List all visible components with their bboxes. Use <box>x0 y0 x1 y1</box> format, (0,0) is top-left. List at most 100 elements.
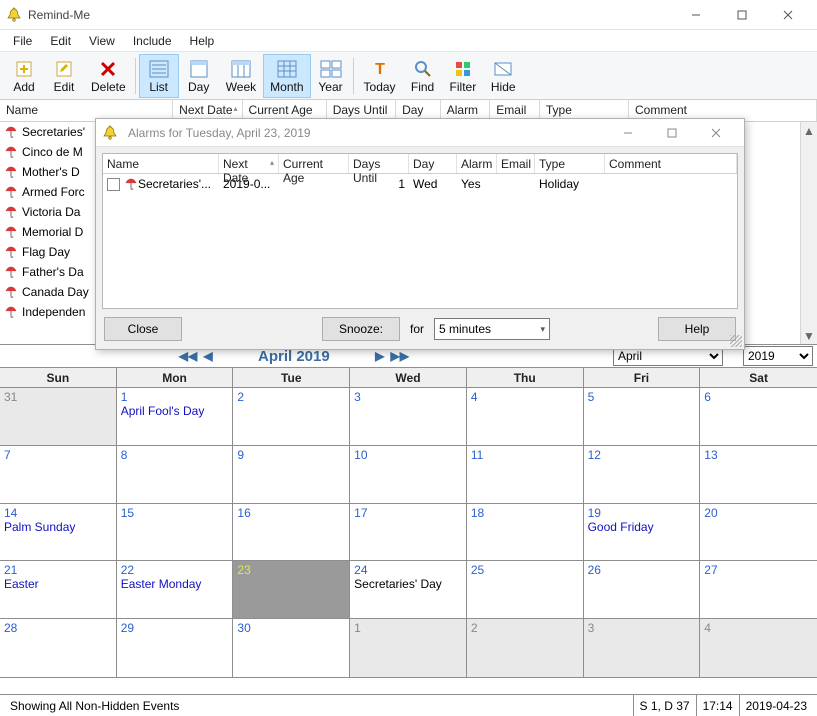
calendar-cell[interactable]: 23 <box>233 561 350 619</box>
calendar-event[interactable]: April Fool's Day <box>121 404 229 418</box>
toolbar-month-button[interactable]: Month <box>263 54 310 98</box>
chevron-down-icon: ▾ <box>540 324 545 335</box>
calendar-cell[interactable]: 1April Fool's Day <box>117 388 234 446</box>
toolbar-filter-button[interactable]: Filter <box>443 54 484 98</box>
calendar-cell[interactable]: 15 <box>117 504 234 562</box>
calendar-cell[interactable]: 9 <box>233 446 350 504</box>
calendar-cell[interactable]: 3 <box>350 388 467 446</box>
window-minimize-button[interactable] <box>673 0 719 30</box>
calendar-cell[interactable]: 21Easter <box>0 561 117 619</box>
scroll-down-icon[interactable]: ▼ <box>801 327 817 344</box>
calendar-event[interactable]: Palm Sunday <box>4 520 112 534</box>
dialog-minimize-button[interactable] <box>606 119 650 147</box>
calendar-cell[interactable]: 4 <box>467 388 584 446</box>
calendar-event[interactable]: Easter <box>4 577 112 591</box>
window-maximize-button[interactable] <box>719 0 765 30</box>
dialog-snooze-duration-select[interactable]: 5 minutes ▾ <box>434 318 550 340</box>
calendar-cell[interactable]: 3 <box>584 619 701 677</box>
day-icon <box>188 58 210 80</box>
toolbar-list-button[interactable]: List <box>139 54 179 98</box>
dialog-col-day[interactable]: Day <box>409 154 457 173</box>
dialog-col-name[interactable]: Name <box>103 154 219 173</box>
calendar-event[interactable]: Secretaries' Day <box>354 577 462 591</box>
dialog-alarms-list[interactable]: Name Next Date▴ Current Age Days Until D… <box>102 153 738 309</box>
calendar-grid[interactable]: 311April Fool's Day234567891011121314Pal… <box>0 388 817 678</box>
dialog-col-nextdate[interactable]: Next Date▴ <box>219 154 279 173</box>
calendar-first-button[interactable]: ◀◀ <box>178 349 198 363</box>
calendar-cell[interactable]: 27 <box>700 561 817 619</box>
vertical-scrollbar[interactable]: ▲ ▼ <box>800 122 817 344</box>
calendar-cell[interactable]: 5 <box>584 388 701 446</box>
calendar-cell[interactable]: 2 <box>467 619 584 677</box>
toolbar-delete-button[interactable]: Delete <box>84 54 133 98</box>
menu-edit[interactable]: Edit <box>41 32 80 50</box>
dialog-col-currentage[interactable]: Current Age <box>279 154 349 173</box>
toolbar-today-button[interactable]: TToday <box>357 54 403 98</box>
status-selection: S 1, D 37 <box>633 695 696 716</box>
toolbar-year-button[interactable]: Year <box>311 54 351 98</box>
calendar-cell[interactable]: 17 <box>350 504 467 562</box>
calendar-cell[interactable]: 28 <box>0 619 117 677</box>
calendar-cell[interactable]: 20 <box>700 504 817 562</box>
dialog-close-button[interactable] <box>694 119 738 147</box>
calendar-cell[interactable]: 25 <box>467 561 584 619</box>
calendar-cell[interactable]: 11 <box>467 446 584 504</box>
calendar-cell[interactable]: 8 <box>117 446 234 504</box>
day-header-fri: Fri <box>584 368 701 387</box>
menu-include[interactable]: Include <box>124 32 181 50</box>
find-icon <box>413 58 433 80</box>
calendar-cell[interactable]: 31 <box>0 388 117 446</box>
calendar-cell[interactable]: 12 <box>584 446 701 504</box>
calendar-cell[interactable]: 6 <box>700 388 817 446</box>
dialog-col-type[interactable]: Type <box>535 154 605 173</box>
menu-help[interactable]: Help <box>181 32 224 50</box>
calendar-cell[interactable]: 19Good Friday <box>584 504 701 562</box>
dialog-close-action-button[interactable]: Close <box>104 317 182 341</box>
toolbar-day-button[interactable]: Day <box>179 54 219 98</box>
dialog-maximize-button[interactable] <box>650 119 694 147</box>
calendar-cell[interactable]: 1 <box>350 619 467 677</box>
year-select[interactable]: 2019 <box>743 346 813 366</box>
dialog-snooze-button[interactable]: Snooze: <box>322 317 400 341</box>
calendar-cell[interactable]: 10 <box>350 446 467 504</box>
delete-icon <box>98 58 118 80</box>
calendar-cell[interactable]: 30 <box>233 619 350 677</box>
toolbar-hide-button[interactable]: Hide <box>483 54 523 98</box>
alarm-row-email <box>497 182 535 186</box>
dialog-col-email[interactable]: Email <box>497 154 535 173</box>
scroll-up-icon[interactable]: ▲ <box>801 122 817 139</box>
calendar-cell[interactable]: 7 <box>0 446 117 504</box>
menu-view[interactable]: View <box>80 32 124 50</box>
calendar-cell[interactable]: 18 <box>467 504 584 562</box>
calendar-prev-button[interactable]: ◀ <box>198 349 218 363</box>
calendar-cell[interactable]: 14Palm Sunday <box>0 504 117 562</box>
dialog-help-button[interactable]: Help <box>658 317 736 341</box>
dialog-resize-handle[interactable] <box>730 335 742 347</box>
toolbar-find-button[interactable]: Find <box>403 54 443 98</box>
day-header-wed: Wed <box>350 368 467 387</box>
dialog-titlebar[interactable]: Alarms for Tuesday, April 23, 2019 <box>96 119 744 147</box>
window-close-button[interactable] <box>765 0 811 30</box>
toolbar-week-button[interactable]: Week <box>219 54 263 98</box>
calendar-event[interactable]: Good Friday <box>588 520 696 534</box>
menu-file[interactable]: File <box>4 32 41 50</box>
calendar-event[interactable]: Easter Monday <box>121 577 229 591</box>
status-bar: Showing All Non-Hidden Events S 1, D 37 … <box>0 694 817 716</box>
alarm-row-checkbox[interactable] <box>107 178 120 191</box>
dialog-col-alarm[interactable]: Alarm <box>457 154 497 173</box>
calendar-last-button[interactable]: ▶▶ <box>390 349 410 363</box>
calendar-cell[interactable]: 24Secretaries' Day <box>350 561 467 619</box>
calendar-next-button[interactable]: ▶ <box>370 349 390 363</box>
toolbar-add-button[interactable]: Add <box>4 54 44 98</box>
dialog-alarm-row[interactable]: Secretaries'... 2019-0... 1 Wed Yes Holi… <box>103 174 737 194</box>
calendar-cell[interactable]: 4 <box>700 619 817 677</box>
calendar-cell[interactable]: 22Easter Monday <box>117 561 234 619</box>
calendar-cell[interactable]: 13 <box>700 446 817 504</box>
toolbar-edit-button[interactable]: Edit <box>44 54 84 98</box>
calendar-cell[interactable]: 26 <box>584 561 701 619</box>
dialog-col-comment[interactable]: Comment <box>605 154 737 173</box>
calendar-cell[interactable]: 2 <box>233 388 350 446</box>
calendar-cell[interactable]: 16 <box>233 504 350 562</box>
dialog-col-daysuntil[interactable]: Days Until <box>349 154 409 173</box>
calendar-cell[interactable]: 29 <box>117 619 234 677</box>
